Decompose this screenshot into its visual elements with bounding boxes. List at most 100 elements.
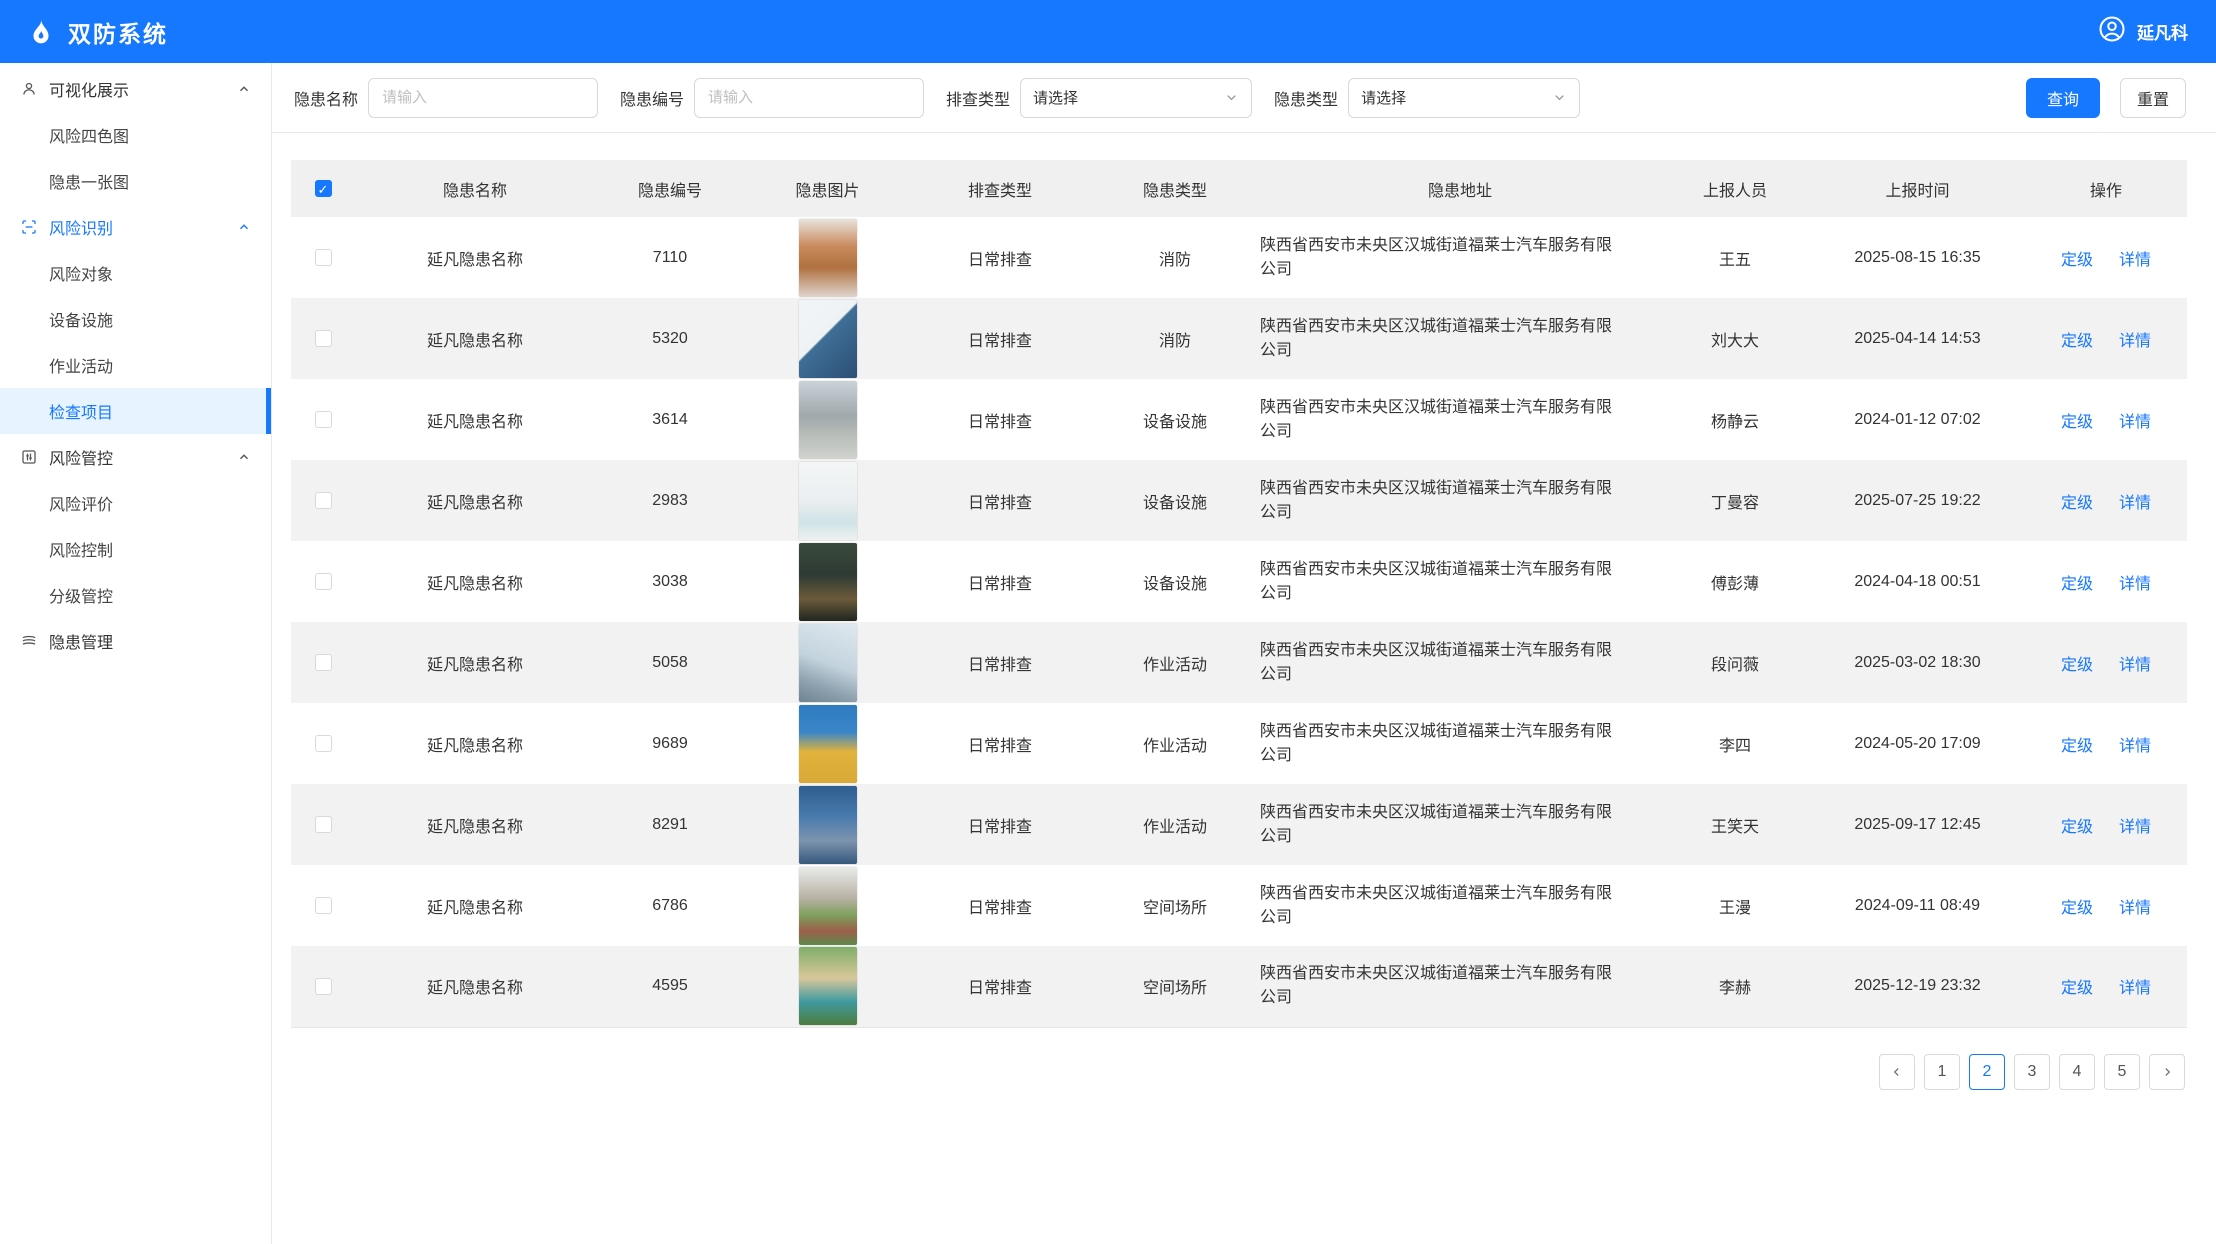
reporter: 王漫 [1660,865,1810,946]
detail-link[interactable]: 详情 [2119,813,2151,837]
grade-link[interactable]: 定级 [2061,246,2093,270]
detail-link[interactable]: 详情 [2119,327,2151,351]
grade-link[interactable]: 定级 [2061,489,2093,513]
row-checkbox[interactable] [315,249,332,266]
row-checkbox[interactable] [315,654,332,671]
sidebar-item-inspection-item[interactable]: 检查项目 [0,388,271,434]
reset-button[interactable]: 重置 [2120,78,2186,118]
hazard-type: 消防 [1090,217,1260,298]
page-button-2[interactable]: 2 [1969,1054,2005,1090]
hazard-type: 设备设施 [1090,460,1260,541]
hazard-photo[interactable] [799,624,857,702]
row-checkbox[interactable] [315,492,332,509]
hazard-address: 陕西省西安市未央区汉城街道福莱士汽车服务有限公司 [1260,784,1660,865]
row-checkbox[interactable] [315,411,332,428]
grade-link[interactable]: 定级 [2061,327,2093,351]
detail-link[interactable]: 详情 [2119,408,2151,432]
hazard-code-input[interactable] [694,78,924,118]
detail-link[interactable]: 详情 [2119,246,2151,270]
hazard-photo[interactable] [799,300,857,378]
inspect-type-select[interactable]: 请选择 [1020,78,1252,118]
reporter: 傅彭薄 [1660,541,1810,622]
col-hazard-name: 隐患名称 [355,160,595,217]
hazard-type: 作业活动 [1090,784,1260,865]
hazard-photo[interactable] [799,462,857,540]
grade-link[interactable]: 定级 [2061,732,2093,756]
sidebar-item-risk-object[interactable]: 风险对象 [0,250,271,296]
hazard-table: 隐患名称 隐患编号 隐患图片 排查类型 隐患类型 隐患地址 上报人员 上报时间 … [291,160,2187,1028]
sidebar-item-equipment-facility[interactable]: 设备设施 [0,296,271,342]
hazard-code: 8291 [595,784,745,865]
grade-link[interactable]: 定级 [2061,570,2093,594]
sidebar-group-risk-identification[interactable]: 风险识别 [0,204,271,250]
user-menu[interactable]: 延凡科 [2097,14,2188,49]
report-time: 2024-09-11 08:49 [1810,865,2025,946]
hazard-code: 3038 [595,541,745,622]
row-checkbox[interactable] [315,897,332,914]
main-content: 隐患名称 隐患编号 排查类型 请选择 隐患类型 请选择 [272,63,2216,1244]
detail-link[interactable]: 详情 [2119,974,2151,998]
grade-link[interactable]: 定级 [2061,651,2093,675]
query-button[interactable]: 查询 [2026,78,2100,118]
sidebar-item-risk-evaluation[interactable]: 风险评价 [0,480,271,526]
sidebar-item-hazard-one-map[interactable]: 隐患一张图 [0,158,271,204]
detail-link[interactable]: 详情 [2119,894,2151,918]
grade-link[interactable]: 定级 [2061,813,2093,837]
sidebar-group-risk-control[interactable]: 风险管控 [0,434,271,480]
page-button-1[interactable]: 1 [1924,1054,1960,1090]
prev-page-button[interactable] [1879,1054,1915,1090]
filter-label: 隐患编号 [620,86,684,110]
select-all-checkbox[interactable] [315,180,332,197]
sidebar-item-risk-four-color-map[interactable]: 风险四色图 [0,112,271,158]
sidebar-item-work-activity[interactable]: 作业活动 [0,342,271,388]
detail-link[interactable]: 详情 [2119,732,2151,756]
grade-link[interactable]: 定级 [2061,408,2093,432]
row-checkbox[interactable] [315,816,332,833]
row-checkbox[interactable] [315,330,332,347]
detail-link[interactable]: 详情 [2119,651,2151,675]
page-button-4[interactable]: 4 [2059,1054,2095,1090]
row-checkbox[interactable] [315,978,332,995]
hazard-photo[interactable] [799,786,857,864]
table-row: 延凡隐患名称 2983 日常排查 设备设施 陕西省西安市未央区汉城街道福莱士汽车… [291,460,2187,541]
page-button-3[interactable]: 3 [2014,1054,2050,1090]
sidebar-item-grading-control[interactable]: 分级管控 [0,572,271,618]
inspect-type: 日常排查 [910,298,1090,379]
hazard-photo[interactable] [799,381,857,459]
hazard-photo[interactable] [799,705,857,783]
grade-link[interactable]: 定级 [2061,894,2093,918]
report-time: 2024-01-12 07:02 [1810,379,2025,460]
grade-link[interactable]: 定级 [2061,974,2093,998]
hazard-photo[interactable] [799,867,857,945]
report-time: 2024-05-20 17:09 [1810,703,2025,784]
sliders-icon [20,448,38,466]
hazard-photo[interactable] [799,947,857,1025]
sidebar-group-hazard-management[interactable]: 隐患管理 [0,618,271,664]
table-row: 延凡隐患名称 8291 日常排查 作业活动 陕西省西安市未央区汉城街道福莱士汽车… [291,784,2187,865]
hazard-name: 延凡隐患名称 [355,784,595,865]
detail-link[interactable]: 详情 [2119,570,2151,594]
inspect-type: 日常排查 [910,946,1090,1027]
pagination: 12345 [272,1054,2185,1090]
hazard-photo[interactable] [799,219,857,297]
hazard-address: 陕西省西安市未央区汉城街道福莱士汽车服务有限公司 [1260,298,1660,379]
next-page-button[interactable] [2149,1054,2185,1090]
hazard-type-select[interactable]: 请选择 [1348,78,1580,118]
reporter: 丁曼容 [1660,460,1810,541]
row-checkbox[interactable] [315,573,332,590]
inspect-type: 日常排查 [910,379,1090,460]
row-checkbox[interactable] [315,735,332,752]
sidebar-group-visual-display[interactable]: 可视化展示 [0,66,271,112]
chevron-up-icon [237,450,251,464]
hazard-photo[interactable] [799,543,857,621]
flame-icon [26,17,56,47]
page-button-5[interactable]: 5 [2104,1054,2140,1090]
hazard-name-input[interactable] [368,78,598,118]
detail-link[interactable]: 详情 [2119,489,2151,513]
hazard-name: 延凡隐患名称 [355,298,595,379]
hazard-type: 设备设施 [1090,379,1260,460]
sidebar-item-risk-restrain[interactable]: 风险控制 [0,526,271,572]
col-reporter: 上报人员 [1660,160,1810,217]
col-hazard-type: 隐患类型 [1090,160,1260,217]
sidebar-group-label: 风险管控 [49,445,113,469]
